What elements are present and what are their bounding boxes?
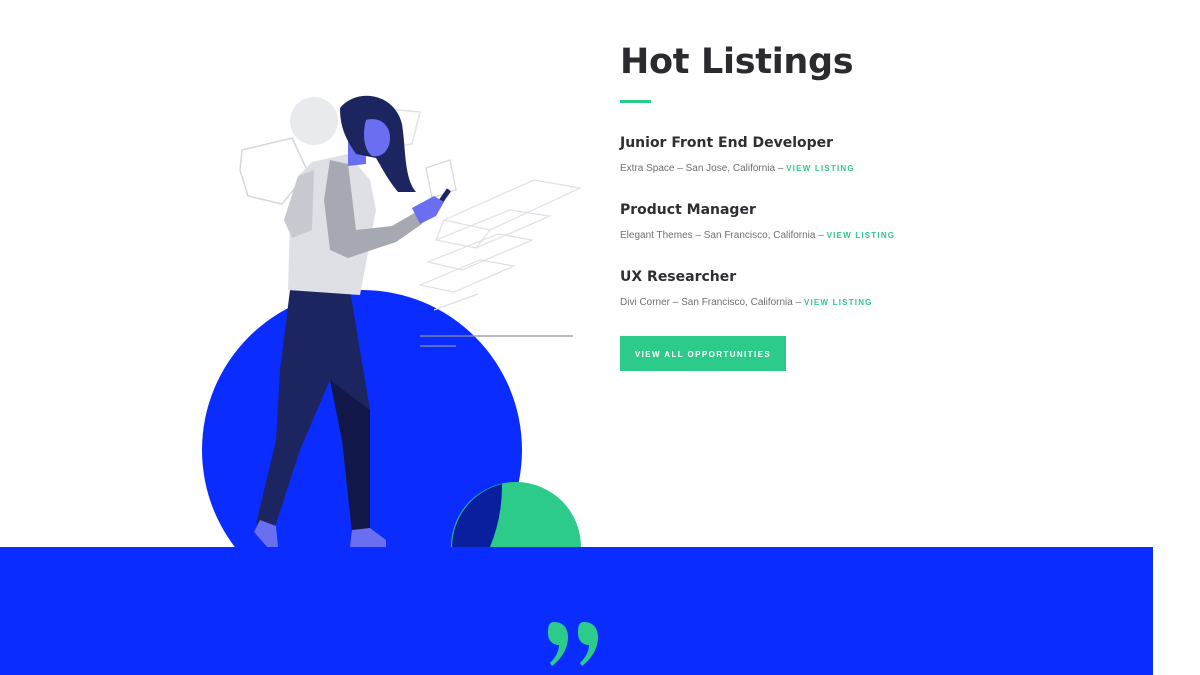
hot-listings-section: Hot Listings Junior Front End Developer … <box>620 40 1140 371</box>
woman-arm-back <box>284 170 314 238</box>
listing-title: Product Manager <box>620 202 756 218</box>
listing-meta: Extra Space – San Jose, California – VIE… <box>620 162 1140 176</box>
gray-circle <box>290 97 338 145</box>
listing-meta: Divi Corner – San Francisco, California … <box>620 296 1140 310</box>
page: Hot Listings Junior Front End Developer … <box>0 0 1200 675</box>
hero-illustration <box>202 95 582 560</box>
quote-icon <box>548 622 598 666</box>
view-listing-link[interactable]: VIEW LISTING <box>804 298 873 307</box>
view-all-opportunities-button[interactable]: VIEW ALL OPPORTUNITIES <box>620 336 786 371</box>
listing-meta-text: Elegant Themes – San Francisco, Californ… <box>620 230 827 241</box>
title-accent-rule <box>620 100 651 103</box>
floating-paper <box>425 159 457 199</box>
view-listing-link[interactable]: VIEW LISTING <box>786 164 855 173</box>
listing-meta: Elegant Themes – San Francisco, Californ… <box>620 229 1140 243</box>
listing-item: Junior Front End Developer Extra Space –… <box>620 133 1140 176</box>
page-title: Hot Listings <box>620 42 854 82</box>
listing-meta-text: Extra Space – San Jose, California – <box>620 163 787 174</box>
view-listing-link[interactable]: VIEW LISTING <box>827 231 896 240</box>
listing-title: Junior Front End Developer <box>620 135 834 151</box>
listing-title: UX Researcher <box>620 269 737 285</box>
listing-item: UX Researcher Divi Corner – San Francisc… <box>620 267 1140 310</box>
listing-meta-text: Divi Corner – San Francisco, California … <box>620 297 804 308</box>
listing-item: Product Manager Elegant Themes – San Fra… <box>620 200 1140 243</box>
